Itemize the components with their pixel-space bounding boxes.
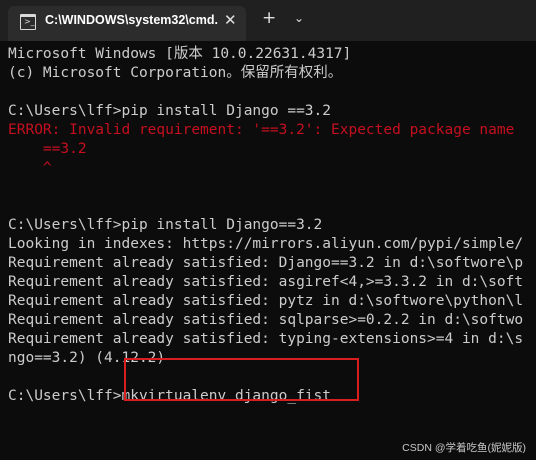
console-line: Microsoft Windows [版本 10.0.22631.4317]	[8, 46, 352, 62]
tab-cmd[interactable]: >_ C:\WINDOWS\system32\cmd. ✕	[8, 6, 246, 41]
highlight-box	[124, 358, 359, 401]
terminal-icon: >_	[20, 14, 36, 30]
error-line: ^	[8, 160, 52, 176]
console-line: (c) Microsoft Corporation。保留所有权利。	[8, 65, 343, 81]
error-line: ==3.2	[8, 141, 87, 157]
error-line: ERROR: Invalid requirement: '==3.2': Exp…	[8, 122, 515, 138]
tab-title: C:\WINDOWS\system32\cmd.	[45, 13, 218, 27]
chevron-down-icon[interactable]: ⌄	[294, 12, 304, 24]
console-line: Requirement already satisfied: asgiref<4…	[8, 274, 524, 290]
console-line: Requirement already satisfied: pytz in d…	[8, 293, 524, 309]
console-line: C:\Users\lff>pip install Django==3.2	[8, 217, 323, 233]
console-line: Requirement already satisfied: sqlparse>…	[8, 312, 524, 328]
console-output[interactable]: Microsoft Windows [版本 10.0.22631.4317] (…	[8, 45, 536, 406]
watermark: CSDN @学着吃鱼(妮妮版)	[402, 442, 526, 454]
console-line: C:\Users\lff>pip install Django ==3.2	[8, 103, 332, 119]
console-line: Requirement already satisfied: Django==3…	[8, 255, 524, 271]
plus-icon[interactable]: +	[262, 10, 276, 27]
console-line: Requirement already satisfied: typing-ex…	[8, 331, 524, 347]
console-line: Looking in indexes: https://mirrors.aliy…	[8, 236, 524, 252]
title-bar: >_ C:\WINDOWS\system32\cmd. ✕ + ⌄	[0, 0, 536, 41]
close-icon[interactable]: ✕	[224, 11, 237, 29]
